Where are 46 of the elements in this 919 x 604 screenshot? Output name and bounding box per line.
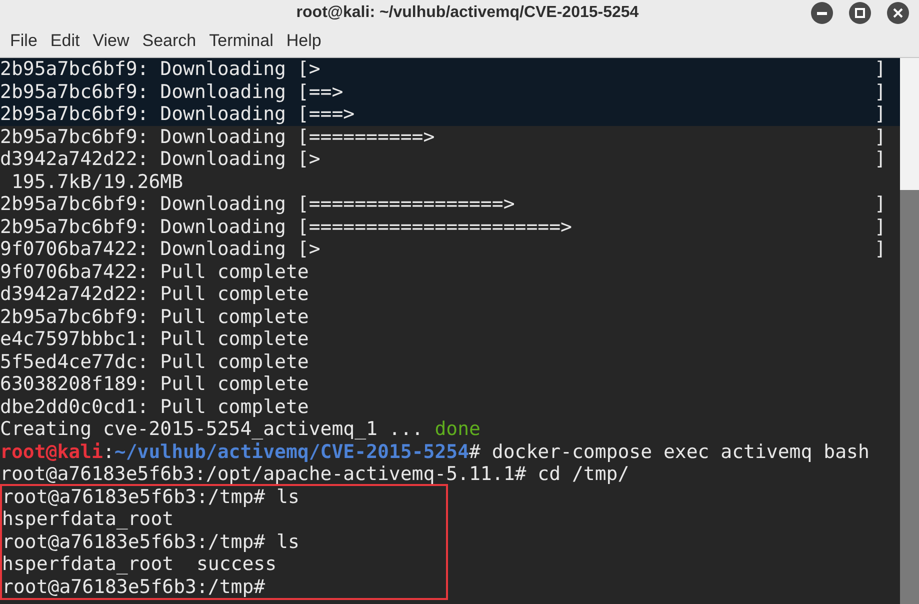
terminal-line: 2b95a7bc6bf9: Downloading [>: [0, 58, 320, 80]
menu-item[interactable]: Help: [280, 28, 328, 53]
progress-bracket: ]: [874, 238, 886, 260]
minimize-button[interactable]: [811, 2, 833, 24]
progress-bracket: ]: [874, 148, 886, 170]
menu-item[interactable]: Search: [136, 28, 202, 53]
window-title: root@kali: ~/vulhub/activemq/CVE-2015-5254: [295, 3, 639, 23]
terminal-line: 2b95a7bc6bf9: Downloading [==========>: [0, 126, 435, 148]
terminal-line: root@a76183e5f6b3:/tmp# ls: [2, 486, 300, 508]
close-icon: [893, 8, 903, 18]
terminal-line: 2b95a7bc6bf9: Downloading [===>: [0, 103, 355, 126]
scrollbar[interactable]: [900, 58, 919, 604]
progress-bracket: ]: [874, 58, 886, 80]
terminal-line: 195.7kB/19.26MB: [10, 170, 184, 193]
terminal-line: e4c7597bbbc1: Pull complete: [0, 328, 309, 350]
terminal-line: 2b95a7bc6bf9: Downloading [==>: [0, 80, 344, 103]
terminal-line: 2b95a7bc6bf9: Pull complete: [0, 306, 309, 328]
maximize-button[interactable]: [849, 2, 871, 24]
menu-item[interactable]: File: [4, 28, 44, 53]
progress-bracket: ]: [874, 103, 886, 126]
terminal-line: root@a76183e5f6b3:/tmp#: [2, 576, 266, 598]
terminal-line: 2b95a7bc6bf9: Downloading [=================>: [0, 193, 515, 216]
terminal-line: 2b95a7bc6bf9: Downloading [======================>: [0, 216, 572, 238]
terminal-line: hsperfdata_root: [2, 508, 174, 530]
menu-item[interactable]: Terminal: [203, 28, 280, 53]
close-button[interactable]: [887, 2, 909, 24]
terminal-line: hsperfdata_root success: [2, 553, 277, 576]
terminal-line: 63038208f189: Pull complete: [0, 373, 309, 396]
terminal-line: Creating cve-2015-5254_activemq_1 ... done: [0, 418, 480, 440]
progress-bracket: ]: [874, 126, 886, 148]
terminal-line: root@a76183e5f6b3:/opt/apache-activemq-5.11.1# cd /tmp/: [0, 463, 630, 486]
terminal-line: root@a76183e5f6b3:/tmp# ls: [2, 530, 300, 553]
terminal-line: d3942a742d22: Downloading [>: [0, 148, 320, 170]
terminal-line: 9f0706ba7422: Pull complete: [0, 260, 309, 283]
terminal-line: dbe2dd0c0cd1: Pull complete: [0, 396, 309, 418]
menu-item[interactable]: View: [86, 28, 136, 53]
menu-item[interactable]: Edit: [44, 28, 86, 53]
progress-bracket: ]: [874, 216, 886, 238]
maximize-icon: [855, 8, 865, 18]
progress-bracket: ]: [874, 193, 886, 216]
terminal-line: root@kali:~/vulhub/activemq/CVE-2015-5254# docker-compose exec activemq bash: [0, 440, 870, 463]
terminal-line: d3942a742d22: Pull complete: [0, 283, 309, 306]
minimize-icon: [817, 12, 827, 14]
terminal-line: 9f0706ba7422: Downloading [>: [0, 238, 320, 260]
progress-bracket: ]: [874, 80, 886, 103]
terminal-line: 5f5ed4ce77dc: Pull complete: [0, 350, 309, 373]
